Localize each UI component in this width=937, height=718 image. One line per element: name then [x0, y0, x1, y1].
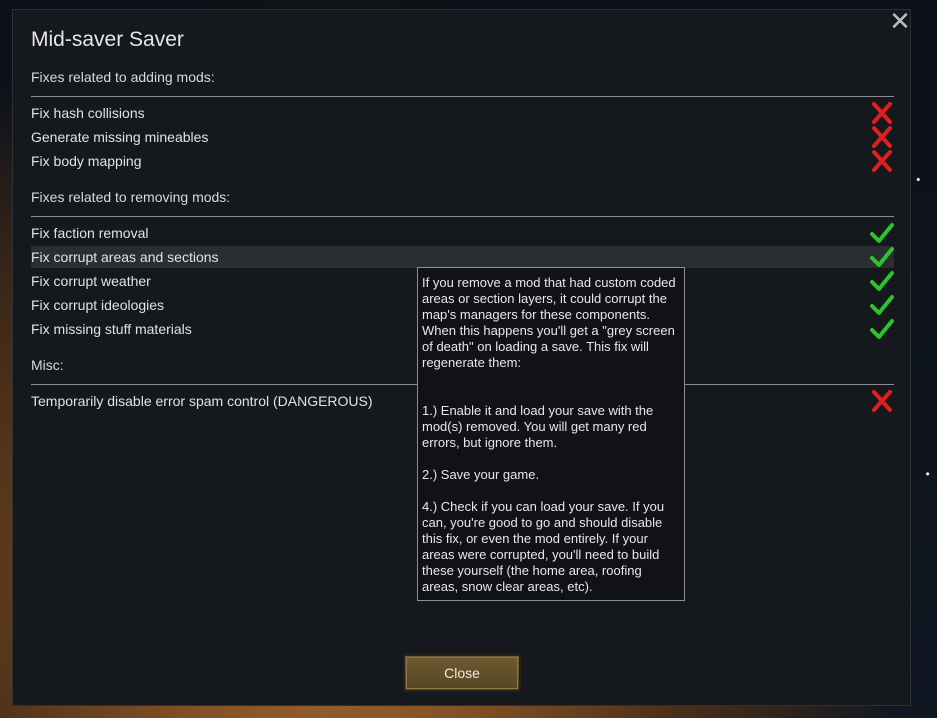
- close-x-icon[interactable]: ✕: [889, 8, 911, 34]
- dialog-title: Mid-saver Saver: [31, 28, 184, 51]
- option-row[interactable]: Fix body mapping: [31, 150, 894, 172]
- cross-icon[interactable]: [870, 102, 894, 124]
- option-row-hovered[interactable]: Fix corrupt areas and sections: [31, 246, 894, 268]
- option-label: Fix missing stuff materials: [31, 321, 192, 337]
- tooltip: If you remove a mod that had custom code…: [417, 267, 685, 601]
- option-label: Generate missing mineables: [31, 129, 209, 145]
- option-label: Temporarily disable error spam control (…: [31, 393, 373, 409]
- option-label: Fix corrupt weather: [31, 273, 151, 289]
- tooltip-paragraph: 2.) Save your game.: [422, 467, 540, 482]
- tooltip-paragraph: 1.) Enable it and load your save with th…: [422, 403, 654, 450]
- cross-icon[interactable]: [870, 150, 894, 172]
- section-header-misc: Misc:: [31, 357, 64, 373]
- option-label: Fix corrupt ideologies: [31, 297, 165, 313]
- tooltip-paragraph: If you remove a mod that had custom code…: [422, 275, 676, 370]
- cross-icon[interactable]: [870, 390, 894, 412]
- check-icon[interactable]: [870, 270, 894, 292]
- check-icon[interactable]: [870, 246, 894, 268]
- option-label: Fix body mapping: [31, 153, 142, 169]
- cross-icon[interactable]: [870, 126, 894, 148]
- check-icon[interactable]: [870, 318, 894, 340]
- option-label: Fix faction removal: [31, 225, 149, 241]
- section-header-removing: Fixes related to removing mods:: [31, 189, 231, 205]
- tooltip-paragraph: 4.) Check if you can load your save. If …: [422, 499, 665, 594]
- close-button[interactable]: Close: [403, 654, 521, 692]
- divider: [31, 216, 894, 217]
- option-label: Fix corrupt areas and sections: [31, 249, 219, 265]
- check-icon[interactable]: [870, 222, 894, 244]
- option-row[interactable]: Generate missing mineables: [31, 126, 894, 148]
- divider: [31, 96, 894, 97]
- option-row[interactable]: Fix faction removal: [31, 222, 894, 244]
- check-icon[interactable]: [870, 294, 894, 316]
- option-label: Fix hash collisions: [31, 105, 145, 121]
- option-row[interactable]: Fix hash collisions: [31, 102, 894, 124]
- section-header-adding: Fixes related to adding mods:: [31, 69, 215, 85]
